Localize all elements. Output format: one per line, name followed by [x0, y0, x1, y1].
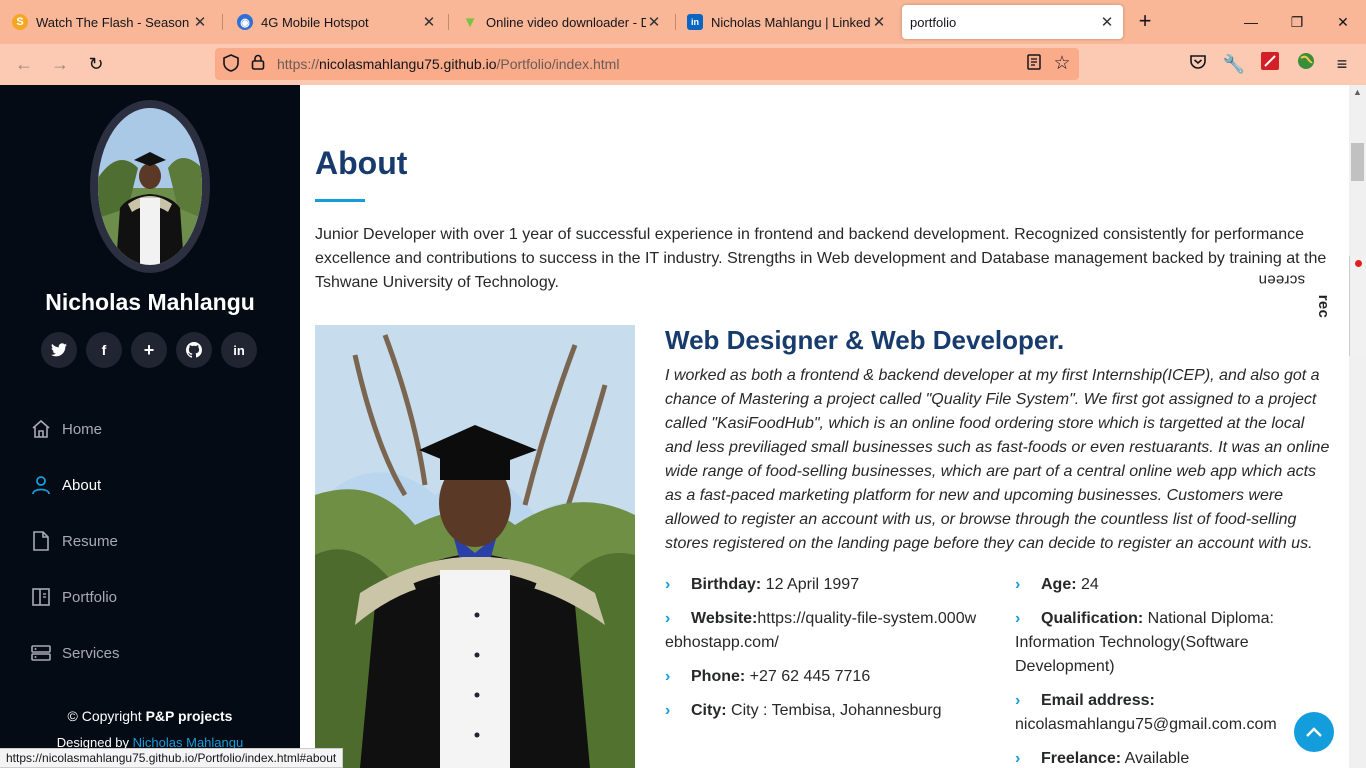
minimize-icon[interactable]: —	[1239, 10, 1263, 34]
tab-video-downloader[interactable]: ▼ Online video downloader - Down ✕	[454, 5, 670, 39]
reader-view-icon[interactable]	[1024, 54, 1044, 74]
reload-icon[interactable]: ↻	[84, 52, 108, 76]
vpn-globe-icon[interactable]	[1294, 52, 1318, 76]
status-bar-url: https://nicolasmahlangu75.github.io/Port…	[0, 748, 344, 768]
lock-icon[interactable]	[248, 54, 268, 74]
file-icon	[30, 530, 52, 552]
hamburger-menu-icon[interactable]: ≡	[1330, 52, 1354, 76]
tab-watch-the-flash[interactable]: S Watch The Flash - Season 1 Online ✕	[4, 5, 216, 39]
url-bar[interactable]: https://nicolasmahlangu75.github.io/Port…	[215, 48, 1079, 80]
fact-email: › Email address: nicolasmahlangu75@gmail.…	[1015, 689, 1335, 737]
record-dot-icon	[1355, 260, 1362, 267]
fact-website: › Website:https://quality-file-system.000…	[665, 607, 985, 655]
fact-qualification: › Qualification: National Diploma: Inform…	[1015, 607, 1335, 679]
bookmark-star-icon[interactable]: ☆	[1052, 54, 1072, 74]
facebook-icon[interactable]: f	[86, 332, 122, 368]
linkedin-icon[interactable]: in	[221, 332, 257, 368]
chevron-right-icon: ›	[665, 702, 671, 719]
s-logo-icon: S	[12, 14, 28, 30]
fact-city: › City: City : Tembisa, Johannesburg	[665, 699, 985, 723]
wrench-icon[interactable]: 🔧	[1222, 52, 1246, 76]
facts-right: › Age: 24 › Qualification: National Diplom…	[1015, 573, 1335, 768]
avatar	[90, 100, 210, 273]
chevron-right-icon: ›	[665, 668, 671, 685]
home-icon	[30, 418, 52, 440]
book-icon	[30, 586, 52, 608]
chevron-right-icon: ›	[665, 610, 671, 627]
forward-arrow-icon[interactable]: →	[48, 52, 72, 76]
chevron-right-icon: ›	[1015, 692, 1021, 709]
profile-name: Nicholas Mahlangu	[45, 289, 255, 315]
close-tab-icon[interactable]: ✕	[192, 13, 208, 31]
scroll-up-arrow-icon[interactable]: ▲	[1349, 87, 1366, 97]
back-to-top-button[interactable]	[1294, 712, 1334, 752]
fact-age: › Age: 24	[1015, 573, 1335, 597]
chevron-up-icon	[1306, 727, 1322, 737]
nav-item-home[interactable]: Home	[30, 401, 120, 457]
about-intro: Junior Developer with over 1 year of suc…	[315, 226, 1327, 291]
nav-item-about[interactable]: About	[30, 457, 120, 513]
url-text[interactable]: https://nicolasmahlangu75.github.io/Port…	[277, 56, 619, 72]
github-icon[interactable]	[176, 332, 212, 368]
chevron-right-icon: ›	[665, 576, 671, 593]
nav-item-services[interactable]: Services	[30, 625, 120, 681]
fact-phone: › Phone: +27 62 445 7716	[665, 665, 985, 689]
close-tab-icon[interactable]: ✕	[871, 13, 887, 31]
plus-icon[interactable]: +	[131, 332, 167, 368]
pocket-icon[interactable]	[1186, 52, 1210, 76]
close-tab-icon[interactable]: ✕	[646, 13, 662, 31]
chevron-right-icon: ›	[1015, 576, 1021, 593]
shield-icon[interactable]	[221, 54, 241, 74]
navigation-toolbar: ← → ↻ https://nicolasmahlangu75.github.i…	[0, 44, 1366, 85]
linkedin-icon: in	[687, 14, 703, 30]
back-arrow-icon[interactable]: ←	[12, 52, 36, 76]
close-tab-icon[interactable]: ✕	[421, 13, 437, 31]
fact-freelance: › Freelance: Available	[1015, 747, 1335, 768]
experience-story: I worked as both a frontend & backend de…	[665, 367, 1330, 552]
tab-4g-hotspot[interactable]: ◉ 4G Mobile Hotspot ✕	[229, 5, 445, 39]
restore-icon[interactable]: ❐	[1285, 10, 1309, 34]
nav-item-portfolio[interactable]: Portfolio	[30, 569, 120, 625]
section-title: About	[315, 145, 408, 181]
fact-birthday: › Birthday: 12 April 1997	[665, 573, 985, 597]
sidebar: Nicholas Mahlangu f + in Home About Resu…	[0, 85, 300, 768]
facts-left: › Birthday: 12 April 1997 › Website:https:…	[665, 573, 985, 733]
chevron-right-icon: ›	[1015, 750, 1021, 767]
download-arrow-icon: ▼	[462, 13, 478, 31]
tab-strip: S Watch The Flash - Season 1 Online ✕ ◉ …	[0, 0, 1366, 44]
close-window-icon[interactable]: ✕	[1331, 10, 1355, 34]
about-section: About Junior Developer with over 1 year …	[300, 85, 1349, 768]
copyright: © Copyright P&P projects	[67, 708, 233, 724]
nav-item-resume[interactable]: Resume	[30, 513, 120, 569]
page-scrollbar[interactable]: ▲	[1349, 85, 1366, 768]
title-underline	[315, 199, 365, 202]
nav-menu: Home About Resume Portfolio Services	[30, 401, 120, 681]
twitter-icon[interactable]	[41, 332, 77, 368]
screenrec-widget[interactable]: screen rec	[1258, 256, 1366, 356]
tab-portfolio[interactable]: portfolio ✕	[902, 5, 1123, 39]
profile-photo	[315, 325, 635, 768]
role-title: Web Designer & Web Developer.	[665, 325, 1065, 355]
chevron-right-icon: ›	[1015, 610, 1021, 627]
user-icon	[30, 474, 52, 496]
server-icon	[30, 642, 52, 664]
new-tab-button[interactable]: +	[1133, 10, 1157, 34]
pdf-extension-icon[interactable]	[1258, 52, 1282, 76]
globe-icon: ◉	[237, 14, 253, 30]
scrollbar-thumb[interactable]	[1351, 143, 1364, 181]
social-links: f + in	[41, 332, 257, 368]
tab-linkedin[interactable]: in Nicholas Mahlangu | LinkedIn ✕	[679, 5, 895, 39]
close-tab-icon[interactable]: ✕	[1099, 13, 1115, 31]
